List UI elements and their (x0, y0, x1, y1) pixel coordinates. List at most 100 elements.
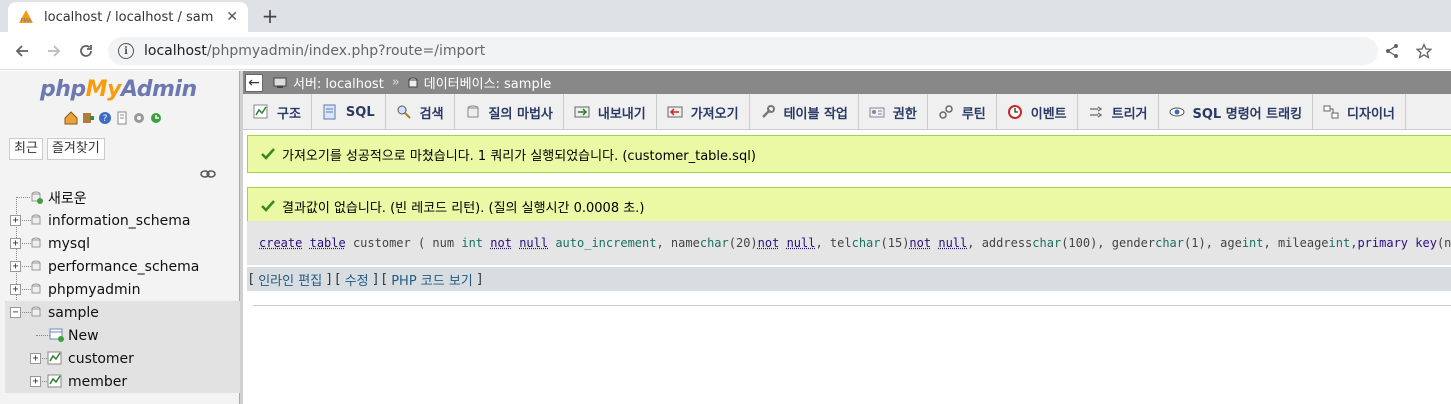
navigation-panel: phpMyAdmin ? 최근 즐겨찾기 새로운 + information_s… (0, 71, 240, 404)
tree-db-sample[interactable]: − sample (5, 301, 240, 324)
tab-label: 디자이너 (1347, 103, 1395, 122)
success-check-icon (260, 146, 276, 162)
tab-import[interactable]: 가져오기 (657, 94, 750, 130)
tree-new-database[interactable]: 새로운 (0, 186, 240, 209)
privileges-icon (869, 104, 885, 120)
structure-icon (253, 104, 269, 120)
tab-structure[interactable]: 구조 (243, 94, 312, 130)
tab-label: 이벤트 (1031, 103, 1067, 122)
expand-icon[interactable]: + (10, 238, 21, 249)
bookmark-star-icon[interactable] (1412, 39, 1436, 63)
tree-db-information-schema[interactable]: + information_schema (0, 209, 240, 232)
pma-favicon-icon: PMA (18, 9, 34, 25)
tree-new-label[interactable]: 새로운 (48, 188, 87, 208)
query-wizard-icon (465, 104, 481, 120)
tab-designer[interactable]: 디자이너 (1313, 94, 1406, 130)
expand-icon[interactable]: + (10, 284, 21, 295)
browser-toolbar: i localhost/phpmyadmin/index.php?route=/… (0, 32, 1451, 70)
operations-icon (760, 104, 776, 120)
result-message-text: 결과값이 없습니다. (빈 레코드 리턴). (질의 실행시간 0.0008 초… (282, 197, 644, 216)
tree-new-table[interactable]: New (5, 324, 240, 347)
svg-text:PMA: PMA (21, 18, 32, 24)
database-icon (31, 214, 41, 226)
expand-icon[interactable]: + (10, 215, 21, 226)
new-tab-button[interactable]: + (258, 4, 282, 28)
import-icon (667, 104, 683, 120)
site-info-icon[interactable]: i (118, 43, 134, 59)
tab-label: 검색 (420, 103, 444, 122)
logout-icon[interactable] (81, 111, 95, 125)
breadcrumb-server[interactable]: 서버: localhost (273, 73, 384, 92)
home-icon[interactable] (64, 111, 78, 125)
share-icon[interactable] (1380, 39, 1404, 63)
address-bar[interactable]: i localhost/phpmyadmin/index.php?route=/… (108, 37, 1378, 65)
tab-label: 루틴 (962, 103, 986, 122)
tab-search[interactable]: 검색 (386, 94, 455, 130)
docs-icon[interactable] (115, 111, 129, 125)
tab-label: 권한 (893, 103, 917, 122)
tree-db-label[interactable]: phpmyadmin (48, 282, 140, 298)
new-table-icon (49, 328, 65, 340)
tree-new-table-label[interactable]: New (68, 328, 99, 344)
database-menu-tabs: 구조 SQL 검색 질의 마법사 내보내기 가져오기 테이블 작업 권한 루틴 이벤트 트리거 SQL… (243, 94, 1451, 130)
tab-label: 트리거 (1112, 103, 1148, 122)
browser-tab[interactable]: PMA localhost / localhost / sam ✕ (8, 2, 248, 32)
tree-db-label[interactable]: information_schema (48, 213, 191, 229)
search-icon (396, 104, 412, 120)
forward-arrow-icon[interactable] (42, 39, 66, 63)
php-code-link[interactable]: PHP 코드 보기 (391, 270, 473, 289)
events-icon (1007, 104, 1023, 120)
breadcrumb-database[interactable]: 데이터베이스: sample (408, 73, 552, 92)
table-icon (47, 374, 63, 386)
tab-operations[interactable]: 테이블 작업 (750, 94, 859, 130)
collapse-icon[interactable]: − (10, 307, 21, 318)
export-icon (574, 104, 590, 120)
tab-tracking[interactable]: SQL 명령어 트래킹 (1159, 94, 1314, 130)
help-icon[interactable]: ? (98, 111, 112, 125)
expand-icon[interactable]: + (10, 261, 21, 272)
breadcrumb-separator: » (392, 75, 400, 90)
recent-tables-button[interactable]: 최근 (9, 138, 43, 160)
inline-edit-link[interactable]: 인라인 편집 (258, 270, 322, 289)
collapse-navigation-arrow-icon[interactable]: ← (245, 74, 263, 92)
tree-db-phpmyadmin[interactable]: + phpmyadmin (0, 278, 240, 301)
new-database-icon (31, 191, 41, 203)
expand-icon[interactable]: + (30, 353, 41, 364)
tab-routines[interactable]: 루틴 (928, 94, 997, 130)
sql-icon (322, 104, 338, 120)
tab-export[interactable]: 내보내기 (564, 94, 657, 130)
edit-link[interactable]: 수정 (345, 270, 369, 289)
tab-triggers[interactable]: 트리거 (1078, 94, 1159, 130)
link-with-main-panel-icon[interactable] (200, 168, 216, 178)
tab-privileges[interactable]: 권한 (859, 94, 928, 130)
database-icon (31, 283, 41, 295)
tree-db-label[interactable]: performance_schema (48, 259, 199, 275)
tree-table-label[interactable]: member (68, 374, 127, 390)
favorite-tables-button[interactable]: 즐겨찾기 (47, 138, 105, 160)
tab-events[interactable]: 이벤트 (997, 94, 1078, 130)
tree-db-mysql[interactable]: + mysql (0, 232, 240, 255)
tab-label: SQL (346, 105, 375, 120)
tree-table-member[interactable]: + member (5, 370, 240, 393)
tree-table-customer[interactable]: + customer (5, 347, 240, 370)
tab-sql[interactable]: SQL (312, 94, 386, 130)
tree-table-label[interactable]: customer (68, 351, 134, 367)
tab-label: 가져오기 (691, 103, 739, 122)
main-panel: ← 서버: localhost » 데이터베이스: sample 구조 SQL 검색… (243, 71, 1451, 404)
reload-navigation-icon[interactable] (149, 111, 163, 125)
settings-gear-icon[interactable] (132, 111, 146, 125)
executed-sql-query: create table customer ( num int not null… (247, 221, 1451, 265)
reload-icon[interactable] (74, 39, 98, 63)
back-arrow-icon[interactable] (10, 39, 34, 63)
pma-logo[interactable]: phpMyAdmin (40, 77, 197, 102)
tree-db-label[interactable]: mysql (48, 236, 90, 252)
tree-db-performance-schema[interactable]: + performance_schema (0, 255, 240, 278)
tab-label: 내보내기 (598, 103, 646, 122)
database-icon (408, 77, 418, 89)
quick-links: ? (64, 111, 163, 125)
tab-close-icon[interactable]: ✕ (226, 9, 238, 25)
tree-db-label[interactable]: sample (48, 305, 99, 321)
tab-query-wizard[interactable]: 질의 마법사 (455, 94, 564, 130)
url-host: localhost (144, 43, 207, 59)
expand-icon[interactable]: + (30, 376, 41, 387)
